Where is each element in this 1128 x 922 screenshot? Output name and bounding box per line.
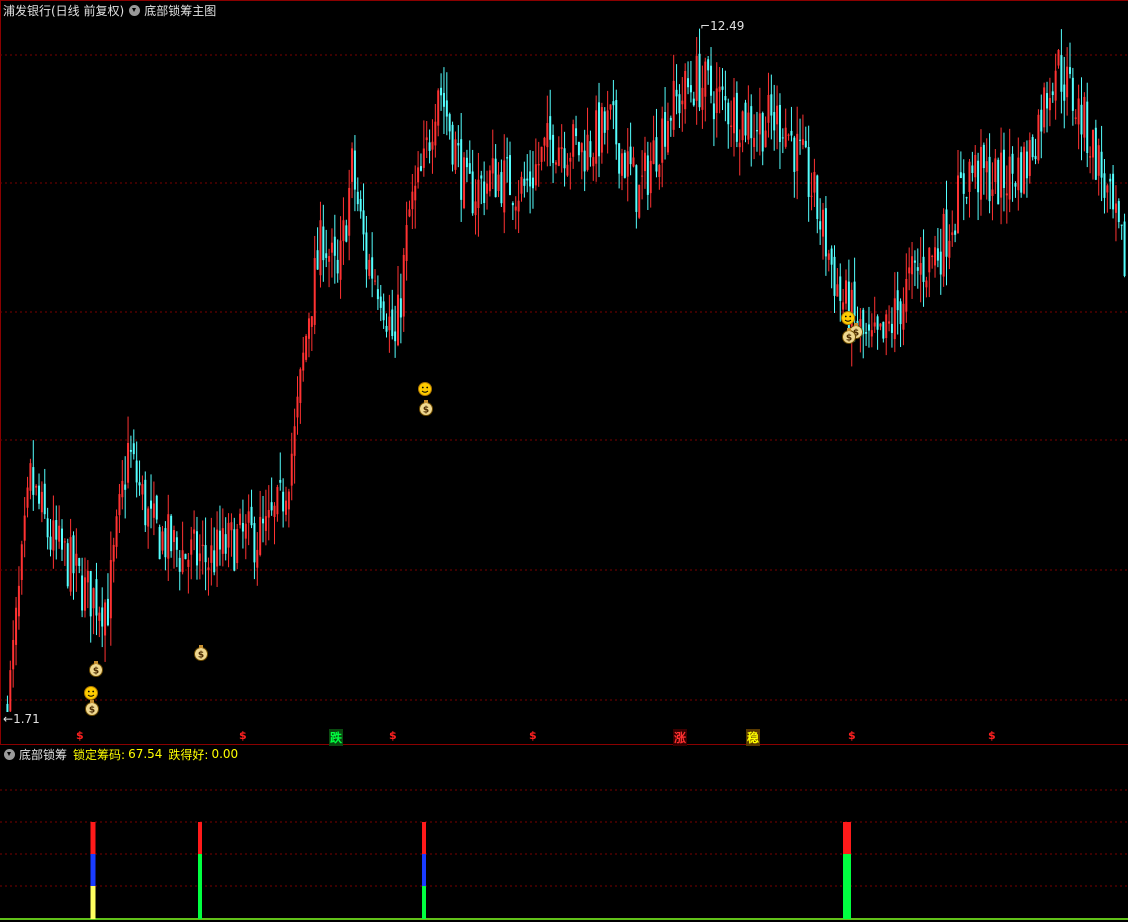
dollar-marker-icon: $: [389, 729, 397, 742]
dollar-marker-icon: $: [529, 729, 537, 742]
signal-bar-segment: [422, 822, 426, 854]
signal-bar-segment: [843, 822, 851, 854]
dollar-marker-icon: $: [988, 729, 996, 742]
signal-bar-segment: [422, 886, 426, 919]
event-label-rise: 涨: [673, 729, 688, 746]
signal-bar: [422, 822, 426, 919]
dollar-marker-icon: $: [239, 729, 247, 742]
signal-bar: [90, 822, 96, 919]
signal-bar-segment: [90, 822, 96, 854]
signal-bar-segment: [198, 822, 202, 854]
signal-bar: [843, 822, 851, 919]
signal-bar: [198, 822, 202, 919]
signal-bar-segment: [90, 854, 96, 886]
signal-bar-segment: [90, 886, 96, 919]
dollar-marker-icon: $: [848, 729, 856, 742]
dollar-marker-icon: $: [76, 729, 84, 742]
indicator-chart[interactable]: [0, 0, 1128, 922]
event-label-steady: 稳: [746, 729, 761, 746]
high-arrow-icon: ⌐: [700, 19, 711, 33]
low-arrow-icon: ←: [3, 712, 14, 726]
low-price-label: ←1.71: [3, 712, 40, 726]
signal-bar-segment: [843, 854, 851, 919]
event-label-fall: 跌: [329, 729, 344, 746]
high-price-label: ⌐12.49: [700, 19, 745, 33]
signal-bar-segment: [198, 854, 202, 919]
signal-bar-segment: [422, 854, 426, 886]
